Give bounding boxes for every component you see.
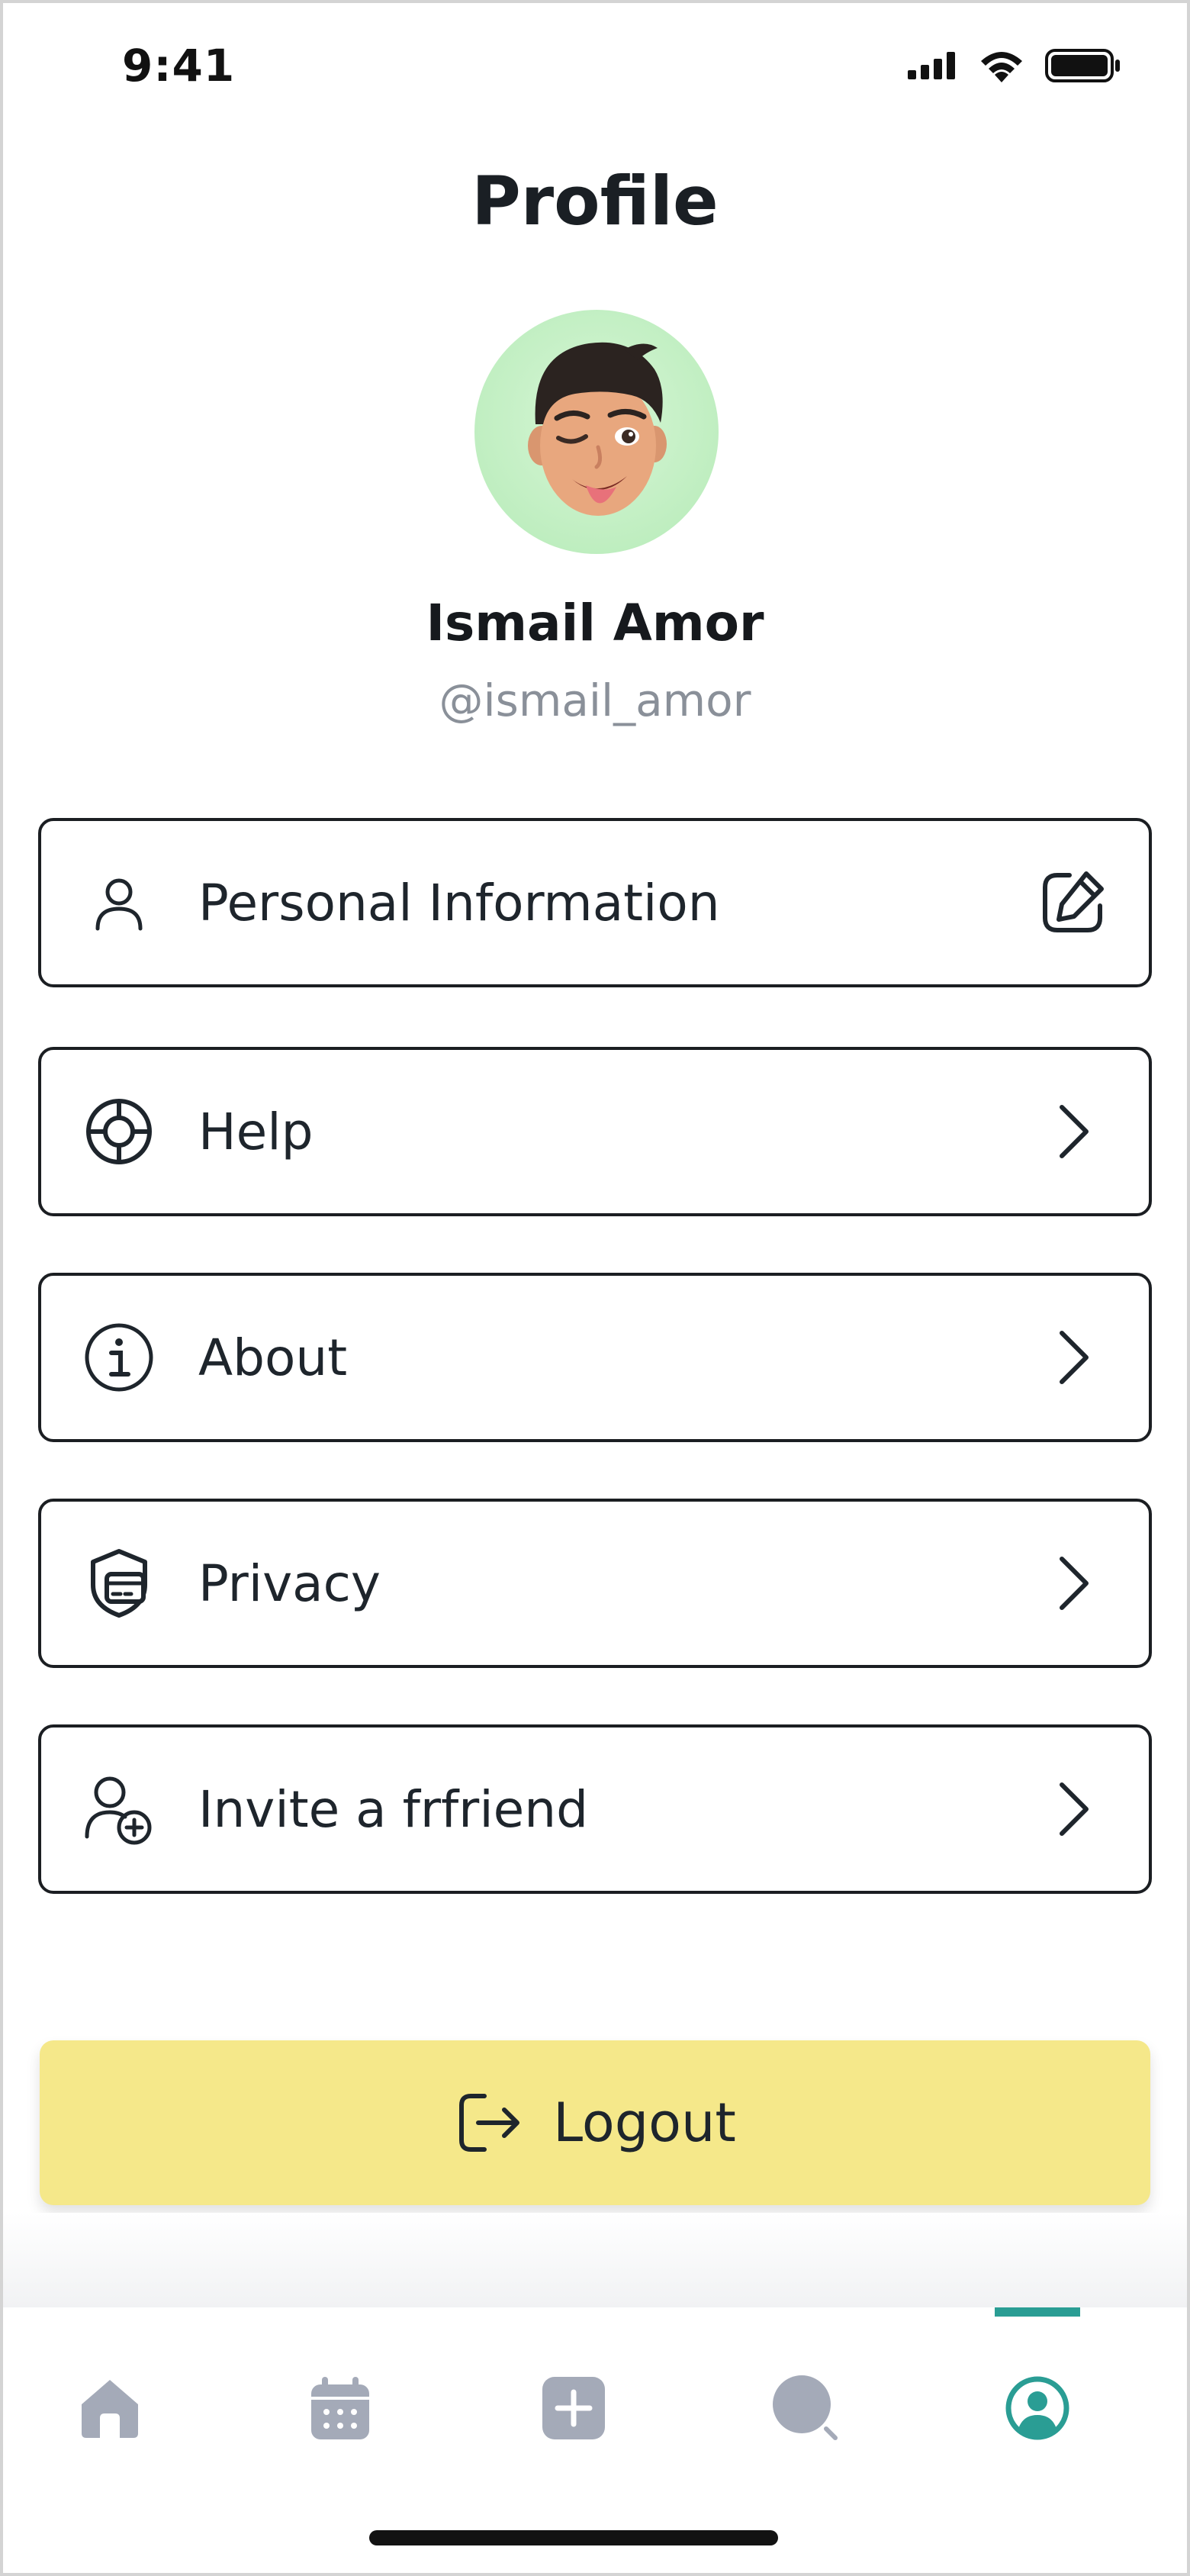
tabbar-shadow bbox=[0, 2213, 1190, 2307]
user-icon bbox=[81, 865, 157, 941]
cellular-signal-icon bbox=[908, 52, 955, 79]
memoji-image bbox=[528, 342, 667, 516]
chevron-right-icon bbox=[1036, 1321, 1109, 1394]
user-add-icon bbox=[81, 1771, 157, 1847]
wifi-icon bbox=[981, 52, 1022, 82]
menu-item-label: About bbox=[198, 1328, 348, 1387]
tab-calendar[interactable] bbox=[294, 2362, 386, 2454]
logout-label: Logout bbox=[553, 2091, 736, 2154]
menu-item-about[interactable]: About bbox=[38, 1273, 1152, 1442]
lifebuoy-icon bbox=[81, 1093, 157, 1170]
home-icon bbox=[82, 2380, 138, 2438]
menu-item-label: Help bbox=[198, 1102, 314, 1161]
chevron-right-icon bbox=[1036, 1095, 1109, 1168]
user-handle: @ismail_amor bbox=[439, 675, 751, 726]
page-title: Profile bbox=[471, 162, 719, 240]
menu-item-personal-information[interactable]: Personal Information bbox=[38, 818, 1152, 987]
tab-search[interactable] bbox=[760, 2362, 851, 2454]
search-icon bbox=[773, 2375, 838, 2440]
active-tab-indicator bbox=[995, 2307, 1080, 2317]
menu-item-label: Invite a frfriend bbox=[198, 1779, 588, 1839]
logout-icon bbox=[459, 2094, 520, 2152]
add-icon bbox=[542, 2377, 605, 2439]
menu-item-help[interactable]: Help bbox=[38, 1047, 1152, 1216]
status-icons bbox=[908, 49, 1121, 82]
user-name: Ismail Amor bbox=[426, 594, 764, 652]
tab-add[interactable] bbox=[528, 2362, 619, 2454]
logout-button[interactable]: Logout bbox=[40, 2040, 1150, 2205]
menu-item-privacy[interactable]: Privacy bbox=[38, 1499, 1152, 1668]
battery-icon bbox=[1045, 49, 1120, 82]
menu-item-invite-friend[interactable]: Invite a frfriend bbox=[38, 1724, 1152, 1894]
chevron-right-icon bbox=[1036, 1773, 1109, 1846]
avatar[interactable] bbox=[474, 310, 719, 554]
tab-profile[interactable] bbox=[992, 2362, 1083, 2454]
edit-icon[interactable] bbox=[1036, 866, 1109, 939]
menu-item-label: Privacy bbox=[198, 1554, 381, 1613]
home-indicator bbox=[369, 2530, 778, 2545]
tab-home[interactable] bbox=[64, 2362, 156, 2454]
info-icon bbox=[81, 1319, 157, 1396]
privacy-shield-icon bbox=[81, 1545, 157, 1621]
status-time: 9:41 bbox=[122, 40, 236, 92]
profile-icon bbox=[1005, 2376, 1069, 2440]
calendar-icon bbox=[311, 2377, 369, 2439]
chevron-right-icon bbox=[1036, 1547, 1109, 1620]
menu-item-label: Personal Information bbox=[198, 873, 720, 932]
